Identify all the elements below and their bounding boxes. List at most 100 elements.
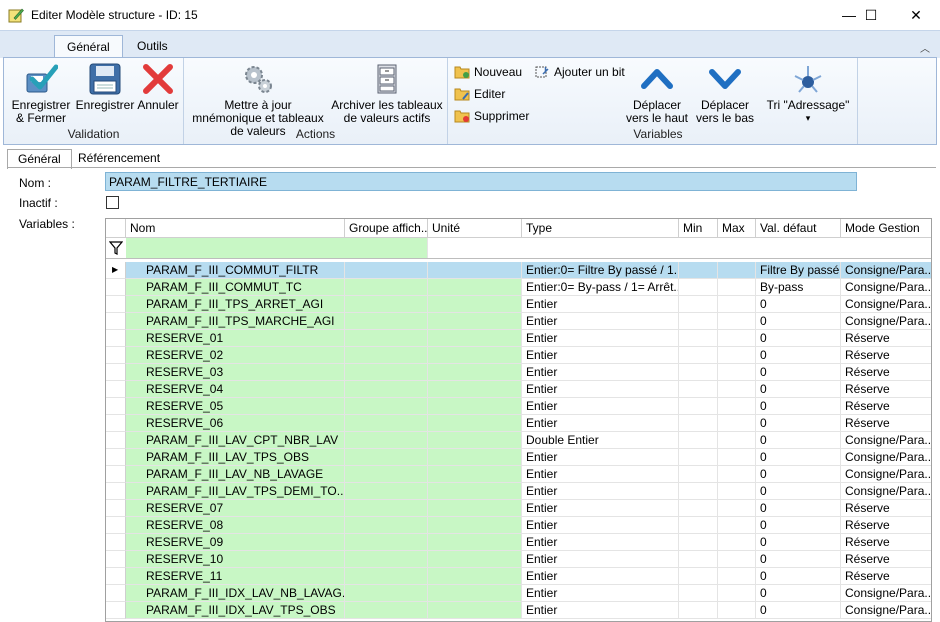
cell-max[interactable] [718,262,756,279]
column-header-type[interactable]: Type [522,219,679,238]
cell-type[interactable]: Entier [522,602,679,619]
filter-cell-nom[interactable] [126,238,428,258]
cell-mode-gestion[interactable]: Consigne/Para... [841,449,931,466]
cell-mode-gestion[interactable]: Consigne/Para... [841,483,931,500]
cell-min[interactable] [679,432,718,449]
cell-mode-gestion[interactable]: Réserve [841,381,931,398]
cell-min[interactable] [679,296,718,313]
cell-max[interactable] [718,330,756,347]
cell-val-defaut[interactable]: 0 [756,466,841,483]
cell-groupe[interactable] [345,415,428,432]
cell-nom[interactable]: RESERVE_06 [126,415,345,432]
cell-groupe[interactable] [345,466,428,483]
cell-val-defaut[interactable]: 0 [756,585,841,602]
cell-unite[interactable] [428,398,522,415]
cell-max[interactable] [718,568,756,585]
row-indicator[interactable] [106,330,126,347]
row-indicator[interactable] [106,500,126,517]
cell-unite[interactable] [428,517,522,534]
cell-groupe[interactable] [345,381,428,398]
row-indicator[interactable] [106,483,126,500]
cell-groupe[interactable] [345,551,428,568]
save-button[interactable]: Enregistrer [74,62,136,112]
cell-groupe[interactable] [345,500,428,517]
cell-mode-gestion[interactable]: Réserve [841,517,931,534]
cell-min[interactable] [679,364,718,381]
cell-groupe[interactable] [345,279,428,296]
cell-max[interactable] [718,585,756,602]
cell-type[interactable]: Entier [522,330,679,347]
cell-min[interactable] [679,517,718,534]
cell-mode-gestion[interactable]: Consigne/Para... [841,602,931,619]
row-indicator[interactable] [106,534,126,551]
delete-button[interactable]: Supprimer [454,109,529,123]
row-indicator[interactable] [106,415,126,432]
variables-grid[interactable]: Nom Groupe affich... Unité Type Min Max … [105,218,932,622]
cell-type[interactable]: Double Entier [522,432,679,449]
cell-val-defaut[interactable]: 0 [756,602,841,619]
cell-mode-gestion[interactable]: Réserve [841,330,931,347]
column-header-mode-gestion[interactable]: Mode Gestion [841,219,931,238]
sort-address-button[interactable]: Tri "Adressage" ▾ [760,62,856,125]
cell-min[interactable] [679,398,718,415]
cell-type[interactable]: Entier [522,347,679,364]
cell-min[interactable] [679,313,718,330]
cell-unite[interactable] [428,330,522,347]
cell-type[interactable]: Entier:0= Filtre By passé / 1... [522,262,679,279]
move-up-button[interactable]: Déplacer vers le haut [624,62,690,125]
row-indicator[interactable] [106,364,126,381]
row-indicator[interactable]: ▶ [106,262,126,279]
cell-type[interactable]: Entier [522,517,679,534]
cell-nom[interactable]: RESERVE_10 [126,551,345,568]
cell-groupe[interactable] [345,602,428,619]
cell-val-defaut[interactable]: 0 [756,364,841,381]
column-header-nom[interactable]: Nom [126,219,345,238]
column-header-max[interactable]: Max [718,219,756,238]
cell-val-defaut[interactable]: 0 [756,398,841,415]
cell-groupe[interactable] [345,517,428,534]
cell-nom[interactable]: RESERVE_02 [126,347,345,364]
cell-groupe[interactable] [345,313,428,330]
row-indicator[interactable] [106,432,126,449]
add-bit-button[interactable]: Ajouter un bit [534,65,625,79]
row-indicator[interactable] [106,381,126,398]
cell-val-defaut[interactable]: 0 [756,432,841,449]
cell-val-defaut[interactable]: 0 [756,381,841,398]
cell-max[interactable] [718,347,756,364]
cell-mode-gestion[interactable]: Réserve [841,347,931,364]
cell-unite[interactable] [428,296,522,313]
cell-nom[interactable]: RESERVE_03 [126,364,345,381]
cell-val-defaut[interactable]: 0 [756,330,841,347]
cell-max[interactable] [718,398,756,415]
cell-min[interactable] [679,466,718,483]
row-indicator[interactable] [106,313,126,330]
cell-type[interactable]: Entier [522,483,679,500]
column-header-val-defaut[interactable]: Val. défaut [756,219,841,238]
cell-max[interactable] [718,551,756,568]
cell-min[interactable] [679,534,718,551]
cell-mode-gestion[interactable]: Réserve [841,500,931,517]
cell-groupe[interactable] [345,262,428,279]
cell-nom[interactable]: RESERVE_08 [126,517,345,534]
cell-unite[interactable] [428,551,522,568]
edit-button[interactable]: Editer [454,87,505,101]
cell-unite[interactable] [428,483,522,500]
row-indicator[interactable] [106,568,126,585]
row-indicator[interactable] [106,296,126,313]
cell-type[interactable]: Entier [522,585,679,602]
cell-unite[interactable] [428,415,522,432]
cell-val-defaut[interactable]: 0 [756,347,841,364]
cell-type[interactable]: Entier [522,568,679,585]
cell-type[interactable]: Entier [522,534,679,551]
cell-groupe[interactable] [345,398,428,415]
cell-max[interactable] [718,449,756,466]
row-indicator[interactable] [106,551,126,568]
row-indicator[interactable] [106,602,126,619]
cell-nom[interactable]: RESERVE_07 [126,500,345,517]
new-button[interactable]: Nouveau [454,65,522,79]
cell-min[interactable] [679,500,718,517]
cell-type[interactable]: Entier [522,415,679,432]
cell-val-defaut[interactable]: 0 [756,551,841,568]
cell-unite[interactable] [428,381,522,398]
cell-type[interactable]: Entier [522,500,679,517]
